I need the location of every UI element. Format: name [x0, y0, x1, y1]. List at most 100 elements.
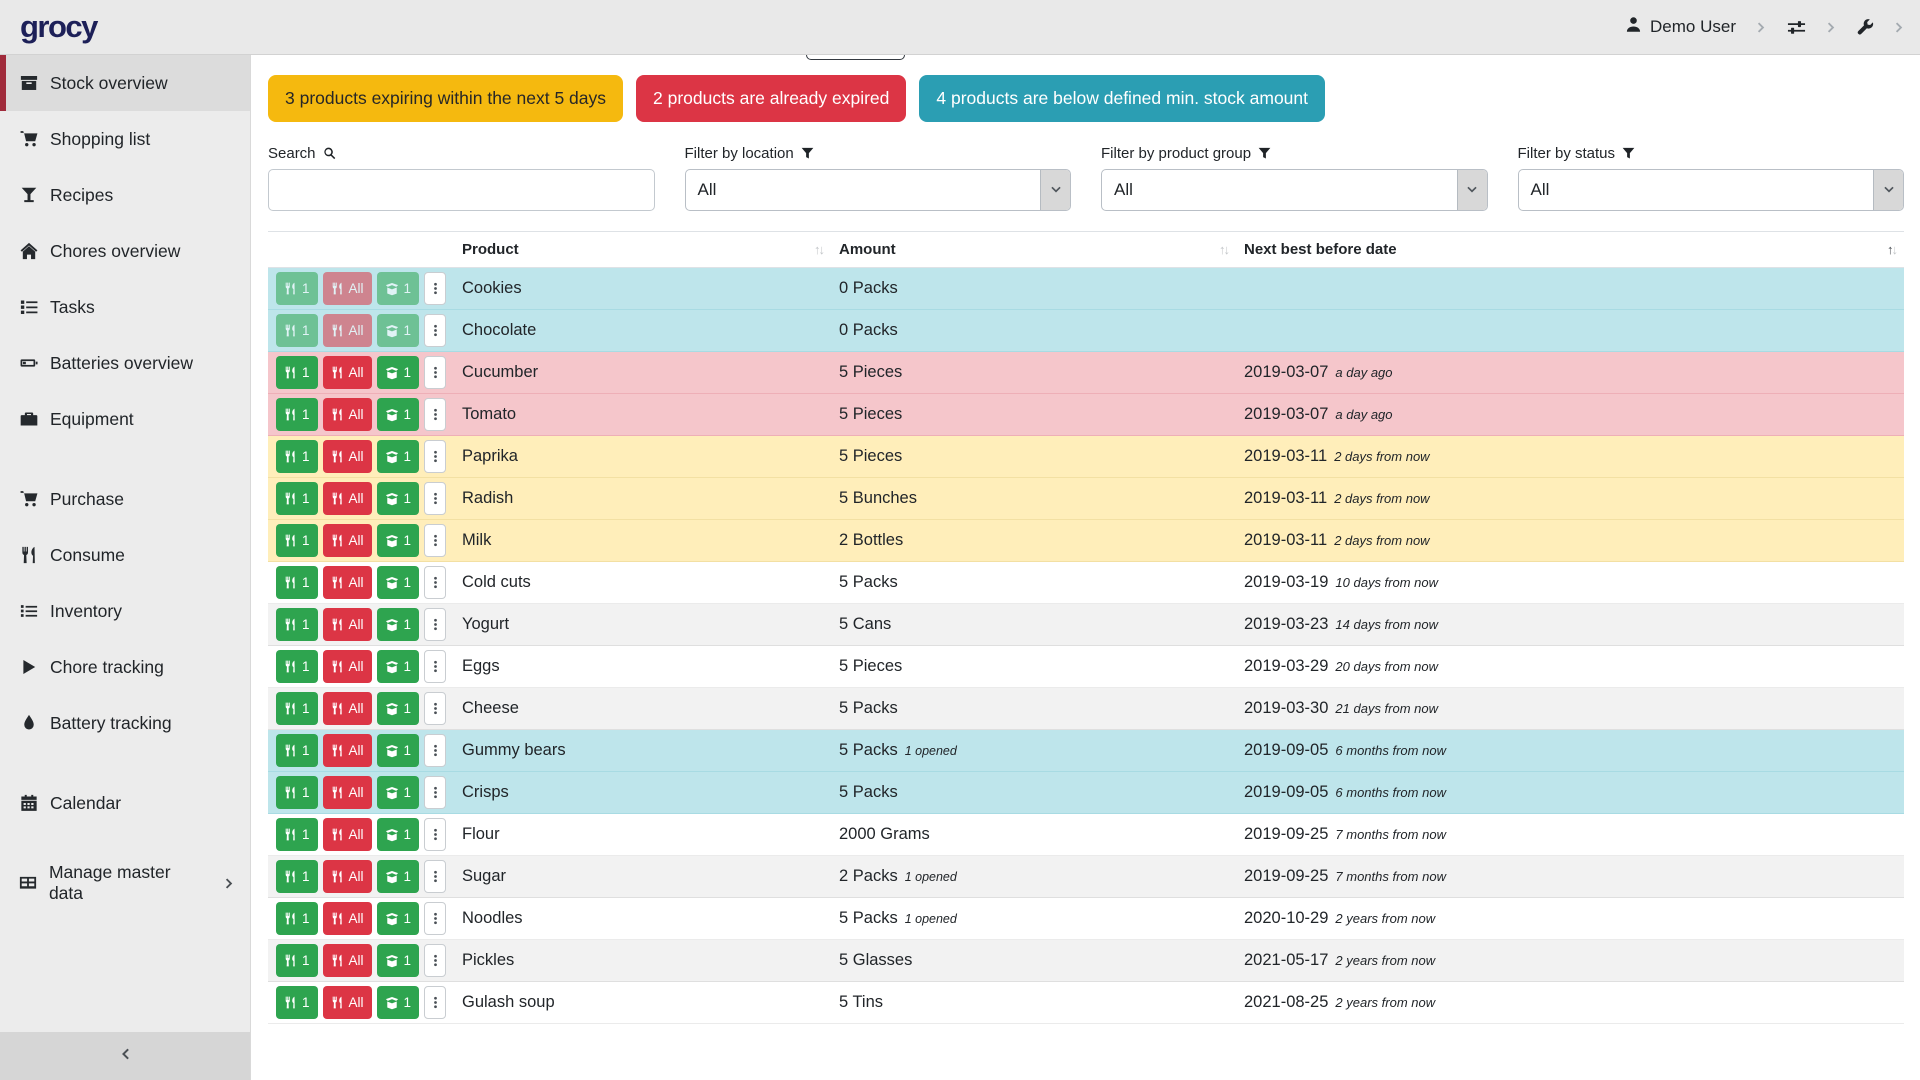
row-menu-button[interactable] — [424, 314, 446, 347]
consume-one-button[interactable]: 1 — [276, 482, 318, 515]
filter-by-product-group-select[interactable]: All — [1101, 169, 1488, 211]
mark-opened-button[interactable]: 1 — [377, 272, 420, 305]
mark-opened-button[interactable]: 1 — [377, 860, 420, 893]
sidebar-collapse-button[interactable] — [0, 1032, 250, 1080]
consume-all-button[interactable]: All — [323, 986, 372, 1019]
row-menu-button[interactable] — [424, 608, 446, 641]
row-menu-button[interactable] — [424, 524, 446, 557]
sidebar-item-manage-master-data[interactable]: Manage master data — [0, 855, 250, 911]
sidebar-item-equipment[interactable]: Equipment — [0, 391, 250, 447]
sidebar-item-battery-tracking[interactable]: Battery tracking — [0, 695, 250, 751]
column-header-amount[interactable]: Amount↑↓ — [831, 232, 1236, 268]
sidebar-item-stock-overview[interactable]: Stock overview — [0, 55, 250, 111]
consume-all-button[interactable]: All — [323, 902, 372, 935]
user-menu[interactable]: Demo User — [1625, 16, 1736, 38]
filter-by-location-select[interactable]: All — [685, 169, 1072, 211]
row-menu-button[interactable] — [424, 398, 446, 431]
consume-all-button[interactable]: All — [323, 482, 372, 515]
sidebar-item-chore-tracking[interactable]: Chore tracking — [0, 639, 250, 695]
row-menu-button[interactable] — [424, 356, 446, 389]
consume-one-button[interactable]: 1 — [276, 524, 318, 557]
mark-opened-button[interactable]: 1 — [377, 650, 420, 683]
consume-one-button[interactable]: 1 — [276, 356, 318, 389]
mark-opened-button[interactable]: 1 — [377, 356, 420, 389]
user-menu-chevron-icon[interactable] — [1755, 21, 1768, 34]
sidebar-item-chores-overview[interactable]: Chores overview — [0, 223, 250, 279]
sidebar-item-purchase[interactable]: Purchase — [0, 471, 250, 527]
app-logo[interactable]: grocy — [20, 9, 97, 45]
mark-opened-button[interactable]: 1 — [377, 398, 420, 431]
row-menu-button[interactable] — [424, 776, 446, 809]
sidebar-item-tasks[interactable]: Tasks — [0, 279, 250, 335]
consume-one-button[interactable]: 1 — [276, 314, 318, 347]
sidebar-item-shopping-list[interactable]: Shopping list — [0, 111, 250, 167]
mark-opened-button[interactable]: 1 — [377, 314, 420, 347]
consume-one-button[interactable]: 1 — [276, 650, 318, 683]
consume-all-button[interactable]: All — [323, 650, 372, 683]
row-menu-button[interactable] — [424, 860, 446, 893]
mark-opened-button[interactable]: 1 — [377, 608, 420, 641]
mark-opened-button[interactable]: 1 — [377, 902, 420, 935]
row-menu-button[interactable] — [424, 566, 446, 599]
mark-opened-button[interactable]: 1 — [377, 818, 420, 851]
row-menu-button[interactable] — [424, 650, 446, 683]
mark-opened-button[interactable]: 1 — [377, 734, 420, 767]
row-menu-button[interactable] — [424, 272, 446, 305]
consume-one-button[interactable]: 1 — [276, 776, 318, 809]
consume-all-button[interactable]: All — [323, 524, 372, 557]
sidebar-item-consume[interactable]: Consume — [0, 527, 250, 583]
sidebar-item-recipes[interactable]: Recipes — [0, 167, 250, 223]
mark-opened-button[interactable]: 1 — [377, 440, 420, 473]
row-menu-button[interactable] — [424, 482, 446, 515]
consume-all-button[interactable]: All — [323, 734, 372, 767]
search-input[interactable] — [268, 169, 655, 211]
column-header-product[interactable]: Product↑↓ — [454, 232, 831, 268]
mark-opened-button[interactable]: 1 — [377, 482, 420, 515]
preferences-chevron-icon[interactable] — [1825, 21, 1838, 34]
consume-all-button[interactable]: All — [323, 818, 372, 851]
mark-opened-button[interactable]: 1 — [377, 566, 420, 599]
row-menu-button[interactable] — [424, 944, 446, 977]
preferences-sliders-button[interactable] — [1787, 18, 1806, 37]
consume-one-button[interactable]: 1 — [276, 440, 318, 473]
consume-one-button[interactable]: 1 — [276, 398, 318, 431]
alert-badge-0[interactable]: 3 products expiring within the next 5 da… — [268, 75, 623, 122]
consume-one-button[interactable]: 1 — [276, 272, 318, 305]
consume-all-button[interactable]: All — [323, 692, 372, 725]
alert-badge-1[interactable]: 2 products are already expired — [636, 75, 906, 122]
consume-all-button[interactable]: All — [323, 356, 372, 389]
row-menu-button[interactable] — [424, 734, 446, 767]
sidebar-item-calendar[interactable]: Calendar — [0, 775, 250, 831]
mark-opened-button[interactable]: 1 — [377, 776, 420, 809]
consume-one-button[interactable]: 1 — [276, 902, 318, 935]
mark-opened-button[interactable]: 1 — [377, 692, 420, 725]
consume-one-button[interactable]: 1 — [276, 734, 318, 767]
consume-one-button[interactable]: 1 — [276, 818, 318, 851]
filter-by-status-select[interactable]: All — [1518, 169, 1905, 211]
consume-all-button[interactable]: All — [323, 314, 372, 347]
consume-all-button[interactable]: All — [323, 608, 372, 641]
sidebar-item-inventory[interactable]: Inventory — [0, 583, 250, 639]
row-menu-button[interactable] — [424, 818, 446, 851]
consume-one-button[interactable]: 1 — [276, 566, 318, 599]
row-menu-button[interactable] — [424, 440, 446, 473]
consume-all-button[interactable]: All — [323, 944, 372, 977]
row-menu-button[interactable] — [424, 986, 446, 1019]
sidebar-item-batteries-overview[interactable]: Batteries overview — [0, 335, 250, 391]
admin-chevron-icon[interactable] — [1893, 21, 1906, 34]
row-menu-button[interactable] — [424, 692, 446, 725]
consume-all-button[interactable]: All — [323, 272, 372, 305]
consume-all-button[interactable]: All — [323, 860, 372, 893]
mark-opened-button[interactable]: 1 — [377, 944, 420, 977]
consume-all-button[interactable]: All — [323, 566, 372, 599]
column-header-next-best-before-date[interactable]: Next best before date↑↓ — [1236, 232, 1904, 268]
row-menu-button[interactable] — [424, 902, 446, 935]
consume-one-button[interactable]: 1 — [276, 944, 318, 977]
consume-one-button[interactable]: 1 — [276, 692, 318, 725]
consume-all-button[interactable]: All — [323, 440, 372, 473]
consume-one-button[interactable]: 1 — [276, 608, 318, 641]
consume-all-button[interactable]: All — [323, 398, 372, 431]
mark-opened-button[interactable]: 1 — [377, 524, 420, 557]
admin-wrench-button[interactable] — [1857, 19, 1874, 36]
mark-opened-button[interactable]: 1 — [377, 986, 420, 1019]
